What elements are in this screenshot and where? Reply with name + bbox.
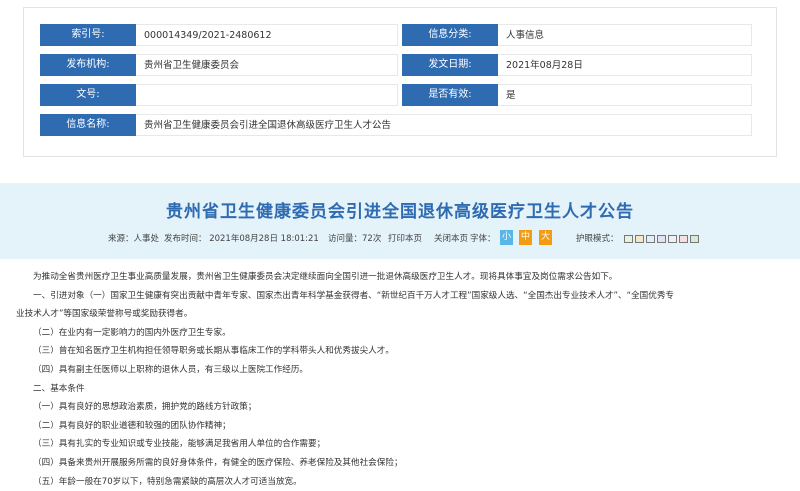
valid-label: 是否有效:: [402, 84, 498, 106]
docno-label: 文号:: [40, 84, 136, 106]
paragraph: （三）曾在知名医疗卫生机构担任领导职务或长期从事临床工作的学科带头人和优秀拔尖人…: [33, 346, 394, 357]
docno-value: [136, 84, 398, 106]
font-large-button[interactable]: 大: [539, 230, 552, 245]
date-label: 发文日期:: [402, 54, 498, 76]
eye-care-swatch-6[interactable]: [679, 235, 688, 243]
paragraph: （三）具有扎实的专业知识或专业技能，能够满足我省用人单位的合作需要；: [33, 439, 326, 450]
article-header: 贵州省卫生健康委员会引进全国退休高级医疗卫生人才公告 来源：人事处 发布时间： …: [0, 183, 800, 259]
print-link[interactable]: 打印本页: [388, 232, 422, 246]
article-body: 为推动全省贵州医疗卫生事业高质量发展，贵州省卫生健康委员会决定继续面向全国引进一…: [0, 268, 800, 491]
eye-care-swatch-5[interactable]: [668, 235, 677, 243]
eye-care-label: 护眼模式：: [576, 234, 619, 244]
paragraph: （二）在业内有一定影响力的国内外医疗卫生专家。: [33, 327, 231, 338]
paragraph: 一、引进对象（一）国家卫生健康有突出贡献中青年专家、国家杰出青年科学基金获得者、…: [33, 290, 675, 301]
category-value: 人事信息: [498, 24, 752, 46]
paragraph: （五）年龄一般在70岁以下，特别急需紧缺的高层次人才可适当放宽。: [33, 476, 302, 487]
metadata-panel: 索引号: 000014349/2021-2480612 信息分类: 人事信息 发…: [23, 7, 777, 157]
publish-time: 发布时间： 2021年08月28日 18:01:21: [164, 234, 319, 244]
paragraph: 二、基本条件: [33, 383, 85, 394]
article-title: 贵州省卫生健康委员会引进全国退休高级医疗卫生人才公告: [166, 202, 634, 222]
paragraph: （一）具有良好的思想政治素质，拥护党的路线方针政策；: [33, 402, 257, 413]
font-medium-button[interactable]: 中: [519, 230, 532, 245]
name-value: 贵州省卫生健康委员会引进全国退休高级医疗卫生人才公告: [136, 114, 752, 136]
eye-care-swatch-3[interactable]: [646, 235, 655, 243]
font-small-button[interactable]: 小: [500, 230, 513, 245]
close-link[interactable]: 关闭本页: [434, 232, 468, 246]
visit-count: 访问量：72次: [328, 234, 382, 244]
name-label: 信息名称:: [40, 114, 136, 136]
issuer-label: 发布机构:: [40, 54, 136, 76]
paragraph: 业技术人才”等国家级荣誉称号或奖励获得者。: [16, 309, 193, 320]
paragraph: （四）具有副主任医师以上职称的退休人员，有三级以上医院工作经历。: [33, 364, 309, 375]
index-label: 索引号:: [40, 24, 136, 46]
eye-care-swatch-1[interactable]: [624, 235, 633, 243]
issuer-value: 贵州省卫生健康委员会: [136, 54, 398, 76]
eye-care-swatch-7[interactable]: [690, 235, 699, 243]
paragraph: 为推动全省贵州医疗卫生事业高质量发展，贵州省卫生健康委员会决定继续面向全国引进一…: [33, 272, 618, 282]
paragraph: （四）具备来贵州开展服务所需的良好身体条件，有健全的医疗保险、养老保险及其他社会…: [33, 457, 403, 468]
article-source: 来源：人事处: [108, 234, 160, 244]
eye-care-swatch-2[interactable]: [635, 235, 644, 243]
font-size-label: 字体：: [470, 234, 496, 244]
valid-value: 是: [498, 84, 752, 106]
index-value: 000014349/2021-2480612: [136, 24, 398, 46]
paragraph: （二）具有良好的职业道德和较强的团队协作精神；: [33, 420, 231, 431]
category-label: 信息分类:: [402, 24, 498, 46]
date-value: 2021年08月28日: [498, 54, 752, 76]
eye-care-swatch-4[interactable]: [657, 235, 666, 243]
